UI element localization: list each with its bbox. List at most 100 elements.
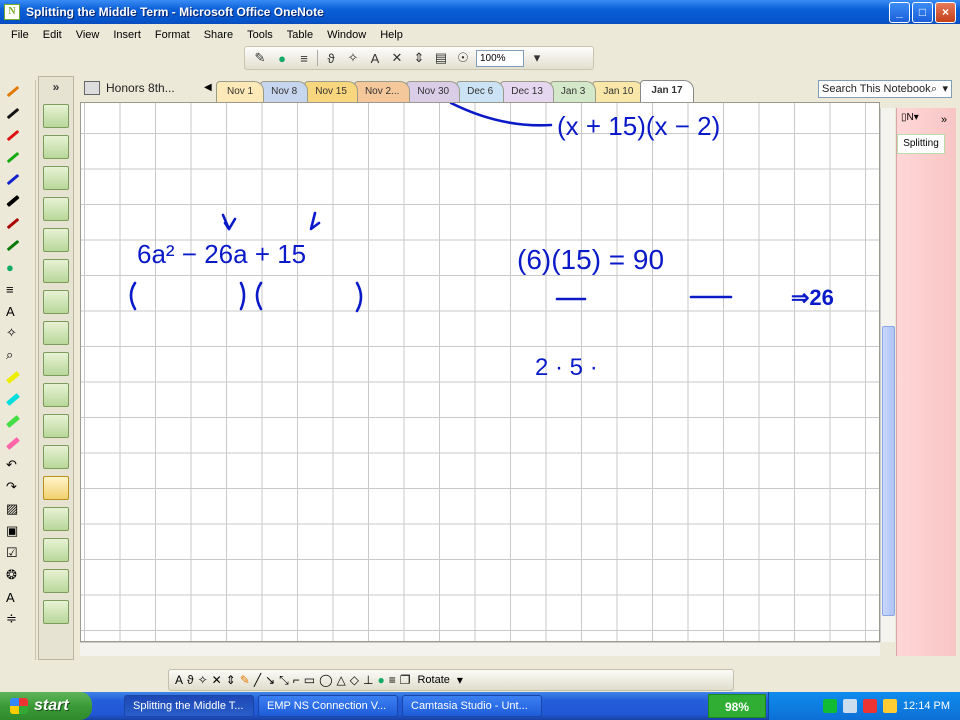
tab-nov-8[interactable]: Nov 8	[260, 81, 309, 102]
task-onenote[interactable]: Splitting the Middle T...	[124, 695, 254, 717]
text-style-icon[interactable]: A	[0, 586, 35, 608]
tab-dec-13[interactable]: Dec 13	[500, 81, 554, 102]
tab-jan-3[interactable]: Jan 3	[549, 81, 597, 102]
zoom-select[interactable]: 100%	[476, 49, 524, 67]
chevron-down-icon[interactable]: ▾	[942, 81, 948, 97]
task-camtasia[interactable]: Camtasia Studio - Unt...	[402, 695, 542, 717]
menu-help[interactable]: Help	[373, 29, 410, 41]
tab-nov-1[interactable]: Nov 1	[216, 81, 265, 102]
tab-nov-2[interactable]: Nov 2...	[353, 81, 411, 102]
pen-icon[interactable]: ✎	[251, 49, 269, 67]
notebook-header[interactable]: Honors 8th...	[84, 81, 175, 95]
line-width-icon[interactable]: ≡	[295, 49, 313, 67]
battery-indicator[interactable]: 98%	[708, 694, 766, 718]
menu-tools[interactable]: Tools	[240, 29, 280, 41]
menu-format[interactable]: Format	[148, 29, 197, 41]
menu-edit[interactable]: Edit	[36, 29, 69, 41]
menu-file[interactable]: File	[4, 29, 36, 41]
clock[interactable]: 12:14 PM	[903, 700, 950, 712]
pen-black-icon[interactable]	[0, 102, 35, 124]
maximize-button[interactable]: □	[912, 2, 933, 23]
power-icon[interactable]	[882, 699, 897, 713]
page-thumb[interactable]	[43, 352, 69, 376]
redo-icon[interactable]: ↷	[0, 476, 35, 498]
search-icon[interactable]: ⌕	[931, 81, 937, 97]
tab-nov-30[interactable]: Nov 30	[406, 81, 461, 102]
menu-table[interactable]: Table	[280, 29, 320, 41]
menu-share[interactable]: Share	[197, 29, 240, 41]
check-icon[interactable]: ☑	[0, 542, 35, 564]
page-thumb[interactable]	[43, 600, 69, 624]
pen-black-thick-icon[interactable]	[0, 190, 35, 212]
line-icon[interactable]: ╱	[254, 673, 261, 687]
color-icon[interactable]: ●	[0, 256, 35, 278]
space-icon[interactable]: ≑	[0, 608, 35, 630]
page-thumb[interactable]	[43, 445, 69, 469]
menu-insert[interactable]: Insert	[106, 29, 148, 41]
tab-scroll-left-icon[interactable]: ◀	[204, 82, 212, 93]
task-emp-connection[interactable]: EMP NS Connection V...	[258, 695, 398, 717]
arrange-icon[interactable]: ❐	[400, 673, 411, 687]
rectangle-icon[interactable]: ▭	[304, 673, 315, 687]
scroll-thumb[interactable]	[882, 326, 895, 616]
onenote-app-icon[interactable]: N	[4, 4, 20, 20]
page-thumb[interactable]	[43, 228, 69, 252]
lasso-icon[interactable]: ϑ	[322, 49, 340, 67]
tab-dec-6[interactable]: Dec 6	[456, 81, 505, 102]
connector-icon[interactable]: ⌐	[293, 673, 300, 687]
horizontal-scrollbar[interactable]	[80, 642, 880, 656]
page-thumb-selected[interactable]	[43, 476, 69, 500]
vertical-scrollbar[interactable]	[880, 108, 895, 642]
zoom-icon[interactable]: ⌕	[0, 344, 35, 366]
page-thumb[interactable]	[43, 290, 69, 314]
line-weight-icon[interactable]: ≡	[389, 673, 396, 687]
search-input[interactable]: Search This Notebook ⌕ ▾	[818, 80, 952, 98]
page-thumb[interactable]	[43, 507, 69, 531]
pen-darkgreen-icon[interactable]	[0, 234, 35, 256]
pan-icon[interactable]: ☉	[454, 49, 472, 67]
page-view-icon[interactable]: ▤	[432, 49, 450, 67]
diamond-icon[interactable]: ◇	[350, 673, 359, 687]
selector-icon[interactable]: ✧	[198, 673, 208, 687]
security-icon[interactable]	[862, 699, 877, 713]
page-thumb[interactable]	[43, 166, 69, 190]
speaker-icon[interactable]	[842, 699, 857, 713]
selector-icon[interactable]: ✧	[344, 49, 362, 67]
eraser-icon[interactable]: ✕	[212, 673, 222, 687]
tab-nov-15[interactable]: Nov 15	[304, 81, 358, 102]
select-icon[interactable]: ✧	[0, 322, 35, 344]
new-page-button[interactable]: ▯N▾	[901, 112, 929, 130]
menu-window[interactable]: Window	[320, 29, 373, 41]
highlighter-icon[interactable]: ●	[273, 49, 291, 67]
expand-chevron-icon[interactable]: »	[941, 114, 947, 126]
rotate-button[interactable]: Rotate	[414, 674, 452, 686]
shape-icon[interactable]: ❂	[0, 564, 35, 586]
text-icon[interactable]: A	[0, 300, 35, 322]
page-thumb[interactable]	[43, 197, 69, 221]
line-weight-icon[interactable]: ≡	[0, 278, 35, 300]
ellipse-icon[interactable]: ◯	[319, 673, 332, 687]
chevron-down-icon[interactable]: ▾	[528, 49, 546, 67]
eraser-icon[interactable]: ✕	[388, 49, 406, 67]
page-thumb[interactable]	[43, 383, 69, 407]
page-thumb[interactable]	[43, 414, 69, 438]
pen-blue-icon[interactable]	[0, 168, 35, 190]
pen-red-icon[interactable]	[0, 124, 35, 146]
highlighter-pink-icon[interactable]	[0, 432, 35, 454]
text-icon[interactable]: A	[175, 673, 183, 687]
tab-jan-10[interactable]: Jan 10	[592, 81, 645, 102]
pen-darkred-icon[interactable]	[0, 212, 35, 234]
undo-icon[interactable]: ↶	[0, 454, 35, 476]
insert-space-icon[interactable]: ⇕	[410, 49, 428, 67]
expand-chevron-icon[interactable]: »	[39, 77, 73, 97]
note-canvas[interactable]: (x + 15)(x − 2) 6a² − 26a + 15 (6)(15) =…	[80, 102, 880, 642]
picture-icon[interactable]: ▨	[0, 498, 35, 520]
page-thumb[interactable]	[43, 538, 69, 562]
tab-jan-17[interactable]: Jan 17	[640, 80, 694, 102]
menu-view[interactable]: View	[69, 29, 107, 41]
page-tab-splitting[interactable]: Splitting	[897, 134, 945, 154]
quick-launch-icon[interactable]	[96, 696, 120, 716]
arrow-icon[interactable]: ↘	[265, 673, 275, 687]
close-button[interactable]: ×	[935, 2, 956, 23]
page-thumb[interactable]	[43, 135, 69, 159]
